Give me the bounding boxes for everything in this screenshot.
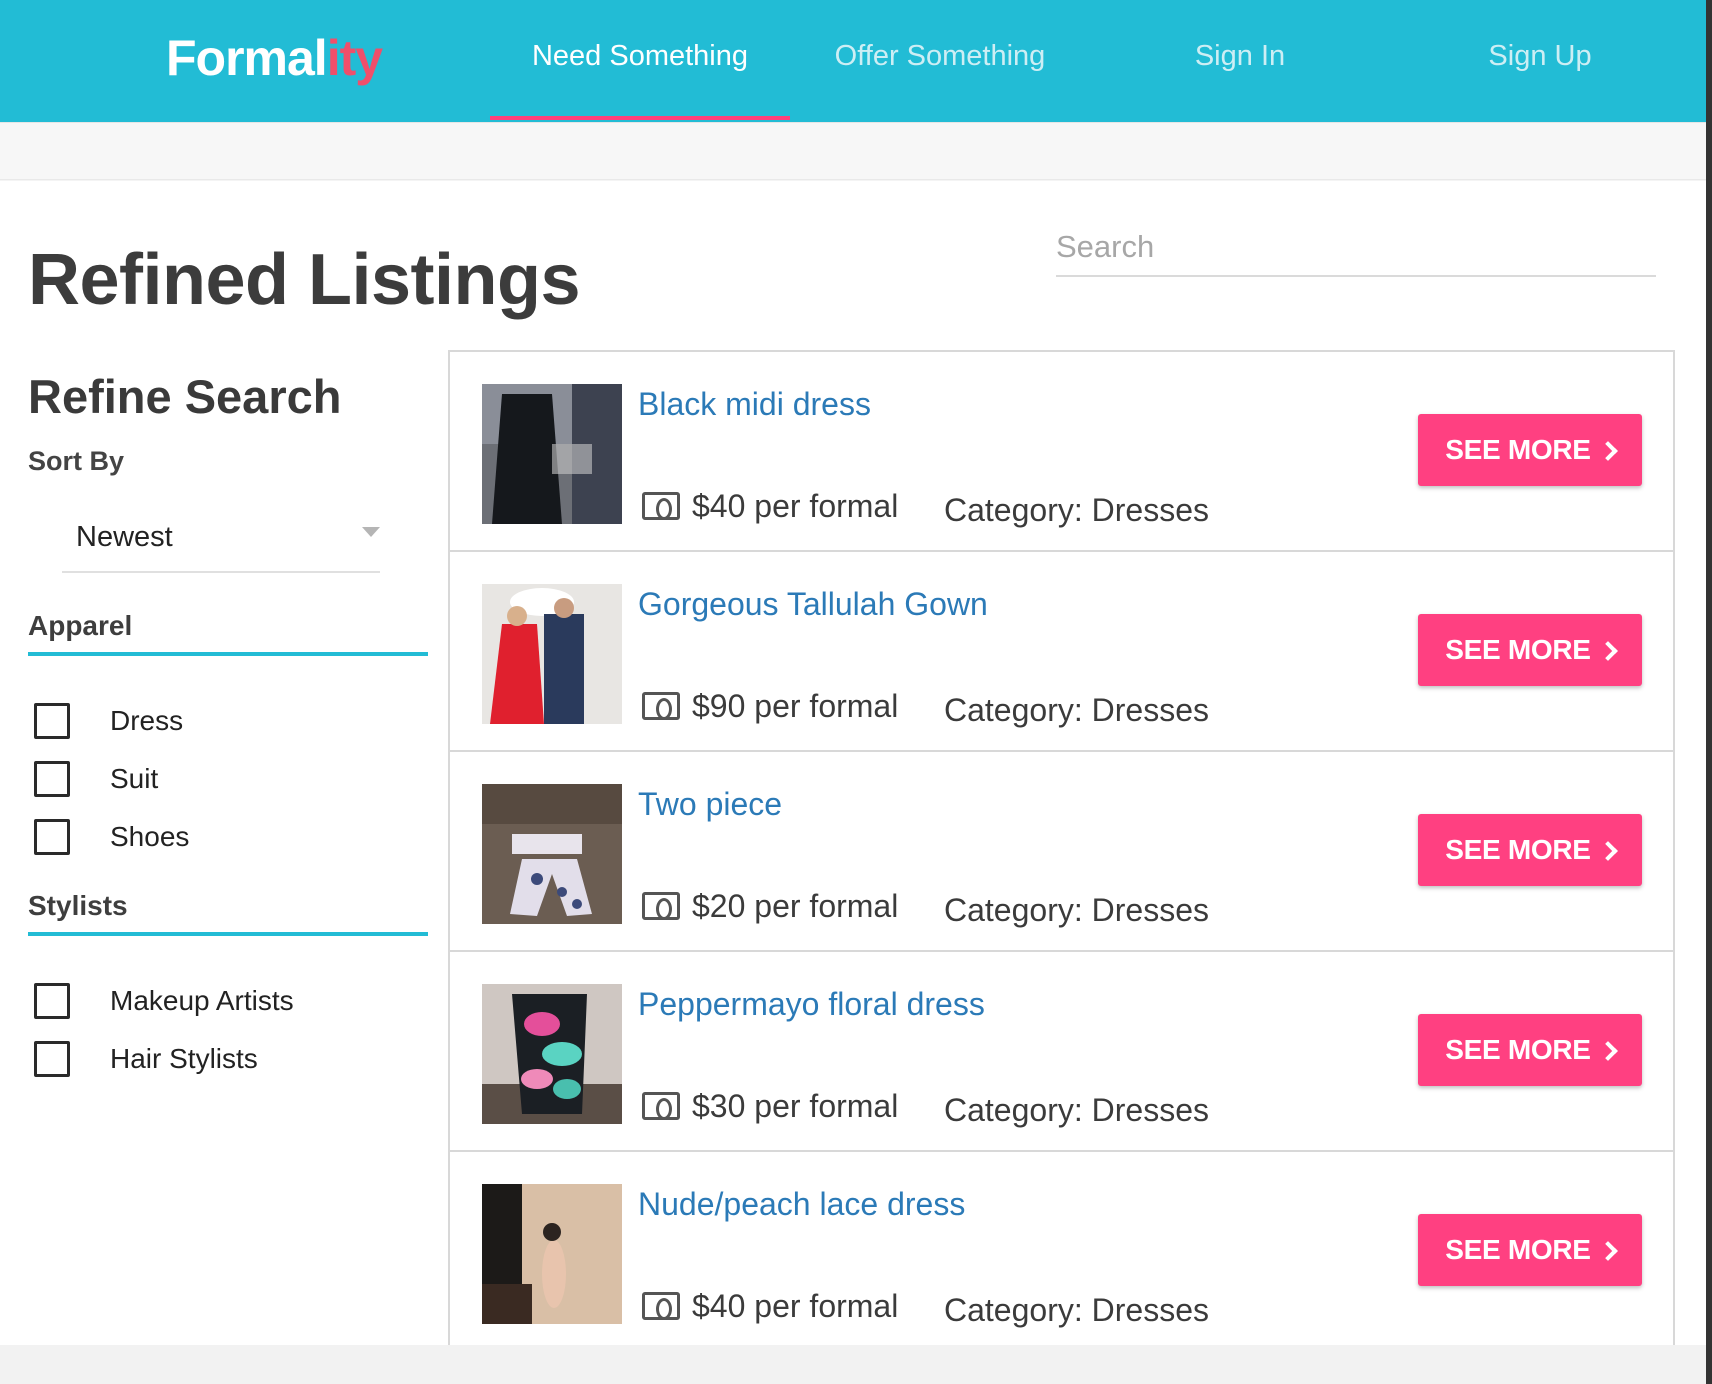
refine-search-title: Refine Search (28, 370, 342, 423)
see-more-button[interactable]: SEE MORE (1418, 1214, 1642, 1286)
listing-thumbnail[interactable] (482, 984, 622, 1124)
price-text: $90 per formal (692, 688, 899, 724)
checkbox-row-dress[interactable]: Dress (34, 701, 183, 741)
chevron-right-icon (1597, 1241, 1618, 1261)
checkbox-label: Suit (110, 763, 159, 794)
sort-by-label: Sort By (28, 446, 125, 476)
see-more-label: SEE MORE (1445, 1034, 1591, 1065)
category-text: Category: Dresses (944, 492, 1209, 528)
checkbox-label: Hair Stylists (110, 1043, 258, 1074)
checkbox-label: Dress (110, 705, 184, 736)
category-text: Category: Dresses (944, 1092, 1209, 1128)
money-icon (642, 492, 680, 520)
price: $40 per formal (642, 1286, 898, 1326)
sort-select-value: Newest (76, 521, 173, 553)
top-nav: Formality Need Something Offer Something… (0, 0, 1706, 122)
money-icon (642, 692, 680, 720)
see-more-label: SEE MORE (1445, 434, 1591, 465)
price: $90 per formal (642, 686, 898, 726)
price: $20 per formal (642, 886, 898, 926)
money-icon (642, 892, 680, 920)
chevron-right-icon (1597, 841, 1618, 861)
listing-item: Peppermayo floral dress $30 per formal C… (450, 952, 1673, 1152)
nav-link-need-something[interactable]: Need Something (490, 36, 790, 76)
checkbox-row-makeup-artists[interactable]: Makeup Artists (34, 981, 294, 1021)
listing-thumbnail[interactable] (482, 1184, 622, 1324)
apparel-heading: Apparel (28, 608, 428, 656)
checkbox-row-hair-stylists[interactable]: Hair Stylists (34, 1039, 258, 1079)
checkbox-row-shoes[interactable]: Shoes (34, 817, 189, 857)
page-title: Refined Listings (28, 240, 581, 320)
listing-title[interactable]: Peppermayo floral dress (638, 984, 985, 1024)
see-more-label: SEE MORE (1445, 634, 1591, 665)
checkbox-label: Makeup Artists (110, 985, 294, 1016)
price-text: $30 per formal (692, 1088, 899, 1124)
footer-strip (0, 1345, 1712, 1384)
shoes-checkbox[interactable] (34, 819, 70, 855)
price-text: $40 per formal (692, 488, 899, 524)
listing-item: Black midi dress $40 per formal Category… (450, 352, 1673, 552)
listing-title[interactable]: Two piece (638, 784, 782, 824)
category-text: Category: Dresses (944, 892, 1209, 928)
listing-item: Nude/peach lace dress $40 per formal Cat… (450, 1152, 1673, 1345)
listing-title[interactable]: Black midi dress (638, 384, 871, 424)
window-edge (1706, 0, 1712, 1384)
category-text: Category: Dresses (944, 1292, 1209, 1328)
makeup-artists-checkbox[interactable] (34, 983, 70, 1019)
price: $40 per formal (642, 486, 898, 526)
price-text: $40 per formal (692, 1288, 899, 1324)
see-more-label: SEE MORE (1445, 1234, 1591, 1265)
listing-title[interactable]: Nude/peach lace dress (638, 1184, 965, 1224)
active-tab-indicator (490, 116, 790, 120)
chevron-right-icon (1597, 1041, 1618, 1061)
brand-accent: ity (326, 30, 383, 86)
chevron-right-icon (1597, 441, 1618, 461)
listing-item: Gorgeous Tallulah Gown $90 per formal Ca… (450, 552, 1673, 752)
price-text: $20 per formal (692, 888, 899, 924)
checkbox-label: Shoes (110, 821, 190, 852)
listing-thumbnail[interactable] (482, 584, 622, 724)
search-field (1056, 221, 1656, 277)
listing-thumbnail[interactable] (482, 784, 622, 924)
suit-checkbox[interactable] (34, 761, 70, 797)
listing-title[interactable]: Gorgeous Tallulah Gown (638, 584, 988, 624)
stylists-heading: Stylists (28, 888, 428, 936)
price: $30 per formal (642, 1086, 898, 1126)
money-icon (642, 1292, 680, 1320)
hair-stylists-checkbox[interactable] (34, 1041, 70, 1077)
chevron-right-icon (1597, 641, 1618, 661)
see-more-button[interactable]: SEE MORE (1418, 414, 1642, 486)
nav-link-sign-in[interactable]: Sign In (1090, 36, 1390, 76)
caret-down-icon (362, 527, 380, 537)
brand-main: Formal (166, 30, 328, 86)
brand-logo[interactable]: Formality (166, 28, 383, 88)
main-content: Refined Listings Refine Search Sort By N… (0, 181, 1706, 1345)
see-more-label: SEE MORE (1445, 834, 1591, 865)
checkbox-row-suit[interactable]: Suit (34, 759, 158, 799)
nav-link-sign-up[interactable]: Sign Up (1390, 36, 1690, 76)
sort-select[interactable]: Newest (62, 511, 380, 573)
listings-panel: Black midi dress $40 per formal Category… (448, 350, 1675, 1345)
search-input[interactable] (1056, 221, 1656, 273)
category-text: Category: Dresses (944, 692, 1209, 728)
listing-item: Two piece $20 per formal Category: Dress… (450, 752, 1673, 952)
see-more-button[interactable]: SEE MORE (1418, 1014, 1642, 1086)
see-more-button[interactable]: SEE MORE (1418, 814, 1642, 886)
see-more-button[interactable]: SEE MORE (1418, 614, 1642, 686)
dress-checkbox[interactable] (34, 703, 70, 739)
nav-link-offer-something[interactable]: Offer Something (790, 36, 1090, 76)
header-band (0, 122, 1706, 180)
listing-thumbnail[interactable] (482, 384, 622, 524)
money-icon (642, 1092, 680, 1120)
